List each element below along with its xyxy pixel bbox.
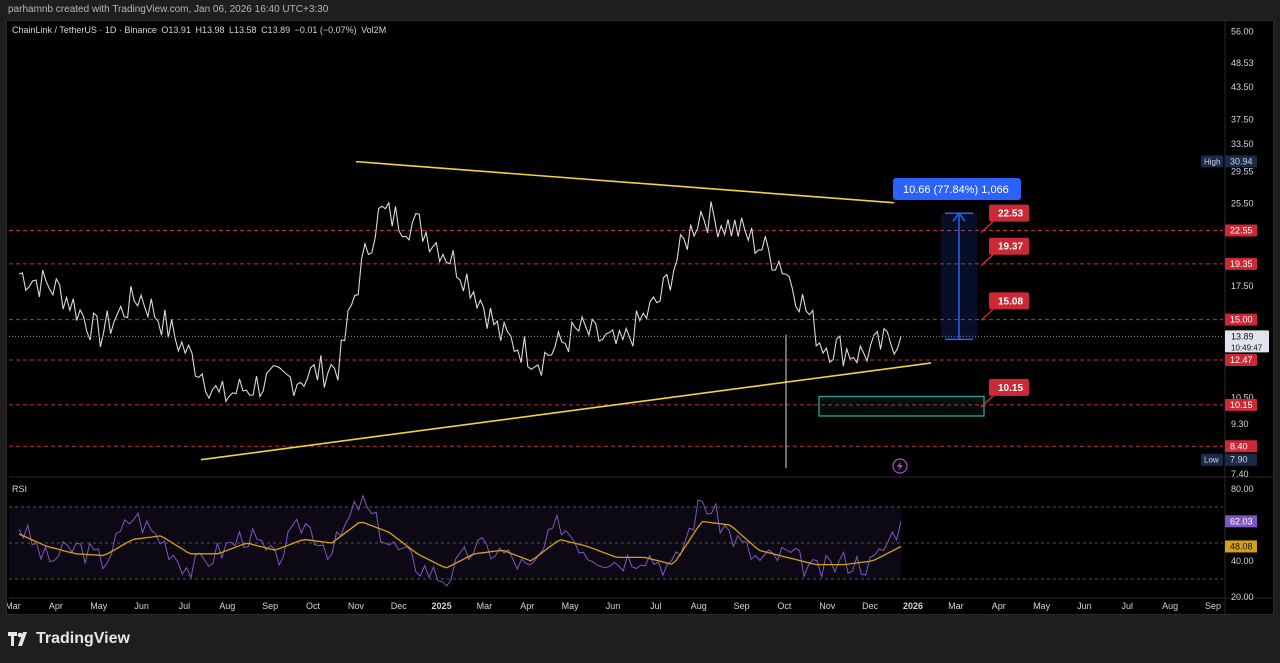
callout-text: 22.53 bbox=[998, 209, 1023, 220]
brand-name: TradingView bbox=[36, 630, 130, 647]
time-tick-label: Aug bbox=[691, 601, 707, 611]
time-tick-label: Apr bbox=[49, 601, 63, 611]
chart-svg[interactable]: 56.00 48.53 43.50 37.50 33.50 29.55 25.50 17.50… bbox=[5, 21, 1273, 614]
price-tick-label: 37.50 bbox=[1231, 114, 1254, 124]
time-tick-label: Sep bbox=[734, 601, 750, 611]
price-tick-label: 29.55 bbox=[1231, 166, 1254, 176]
time-tick-label: Mar bbox=[7, 601, 21, 611]
level-price-text: 8.40 bbox=[1230, 441, 1248, 451]
legend-high: H13.98 bbox=[195, 25, 225, 35]
header-caption: parhamnb created with TradingView.com, J… bbox=[8, 4, 329, 15]
callout-pointer bbox=[980, 308, 994, 321]
tradingview-brand[interactable]: TradingView bbox=[8, 630, 130, 648]
time-tick-label: Jun bbox=[1077, 601, 1092, 611]
legend-open: O13.91 bbox=[161, 25, 191, 35]
symbol-legend: ChainLink / TetherUS · 1D · Binance O13.… bbox=[12, 25, 388, 35]
callout-pointer bbox=[980, 221, 994, 234]
price-tick-label: 9.30 bbox=[1231, 419, 1249, 429]
tradingview-logo-icon bbox=[8, 632, 27, 646]
chart-panel[interactable]: 56.00 48.53 43.50 37.50 33.50 29.55 25.50 17.50… bbox=[5, 20, 1274, 615]
rsi-value-text: 62.03 bbox=[1230, 516, 1253, 526]
marker-value: 7.90 bbox=[1230, 455, 1248, 465]
marker-value: 30.94 bbox=[1230, 156, 1253, 166]
time-tick-label: 2025 bbox=[432, 601, 452, 611]
time-tick-label: Apr bbox=[992, 601, 1006, 611]
time-tick-label: Aug bbox=[1162, 601, 1178, 611]
support-zone bbox=[818, 395, 985, 417]
rsi-tick-label: 40.00 bbox=[1231, 556, 1254, 566]
price-tick-label: 33.50 bbox=[1231, 139, 1254, 149]
time-tick-label: Nov bbox=[348, 601, 365, 611]
time-tick-label: May bbox=[90, 601, 108, 611]
callout-text: 15.08 bbox=[998, 296, 1023, 307]
time-tick-label: Aug bbox=[219, 601, 235, 611]
time-tick-label: 2026 bbox=[903, 601, 923, 611]
rsi-pane-label: RSI bbox=[12, 484, 28, 494]
price-tick-label: 43.50 bbox=[1231, 82, 1254, 92]
level-price-text: 12.47 bbox=[1230, 355, 1253, 365]
marker-tag-label: High bbox=[1204, 157, 1220, 166]
price-series-line bbox=[18, 201, 902, 403]
time-tick-label: Nov bbox=[819, 601, 836, 611]
time-tick-label: Mar bbox=[477, 601, 493, 611]
legend-volume: Vol2M bbox=[361, 25, 387, 35]
time-tick-label: May bbox=[1033, 601, 1051, 611]
legend-low: L13.58 bbox=[229, 25, 257, 35]
lightning-icon-bolt bbox=[897, 461, 903, 471]
time-tick-label: Dec bbox=[391, 601, 408, 611]
time-tick-label: Sep bbox=[1205, 601, 1221, 611]
header-bar: parhamnb created with TradingView.com, J… bbox=[0, 0, 1280, 20]
upper-trendline bbox=[355, 160, 895, 204]
price-tick-label: 17.50 bbox=[1231, 281, 1254, 291]
current-price-text: 13.89 bbox=[1231, 331, 1254, 341]
price-tick-label: 48.53 bbox=[1231, 58, 1254, 68]
level-price-text: 10.15 bbox=[1230, 400, 1253, 410]
legend-symbol: ChainLink / TetherUS · 1D · Binance bbox=[12, 25, 157, 35]
time-tick-label: Oct bbox=[777, 601, 792, 611]
level-price-text: 19.35 bbox=[1230, 259, 1253, 269]
time-tick-label: Apr bbox=[520, 601, 534, 611]
callout-text: 19.37 bbox=[998, 242, 1023, 253]
legend-change: −0.01 (−0.07%) bbox=[294, 25, 357, 35]
level-price-text: 22.55 bbox=[1230, 225, 1253, 235]
legend-close: C13.89 bbox=[261, 25, 291, 35]
callout-text: 10.15 bbox=[998, 383, 1023, 394]
time-tick-label: Sep bbox=[262, 601, 278, 611]
rsi-tick-label: 20.00 bbox=[1231, 592, 1254, 602]
price-tick-label: 56.00 bbox=[1231, 27, 1254, 37]
countdown-text: 10:49:47 bbox=[1231, 343, 1263, 352]
time-tick-label: Jun bbox=[134, 601, 149, 611]
time-tick-label: Jul bbox=[1122, 601, 1134, 611]
rsi-tick-label: 80.00 bbox=[1231, 484, 1254, 494]
price-tick-label: 7.40 bbox=[1231, 469, 1249, 479]
time-tick-label: Dec bbox=[862, 601, 879, 611]
rsi-ma-text: 48.08 bbox=[1230, 541, 1253, 551]
footer-bar bbox=[0, 615, 1280, 663]
marker-tag-label: Low bbox=[1204, 456, 1219, 465]
price-tick-label: 25.50 bbox=[1231, 199, 1254, 209]
time-tick-label: Jul bbox=[650, 601, 662, 611]
level-price-text: 15.00 bbox=[1230, 315, 1253, 325]
time-tick-label: May bbox=[562, 601, 580, 611]
time-tick-label: Mar bbox=[948, 601, 964, 611]
time-tick-label: Oct bbox=[306, 601, 321, 611]
time-tick-label: Jun bbox=[606, 601, 621, 611]
measure-label-text: 10.66 (77.84%) 1,066 bbox=[903, 184, 1009, 196]
time-tick-label: Jul bbox=[179, 601, 191, 611]
